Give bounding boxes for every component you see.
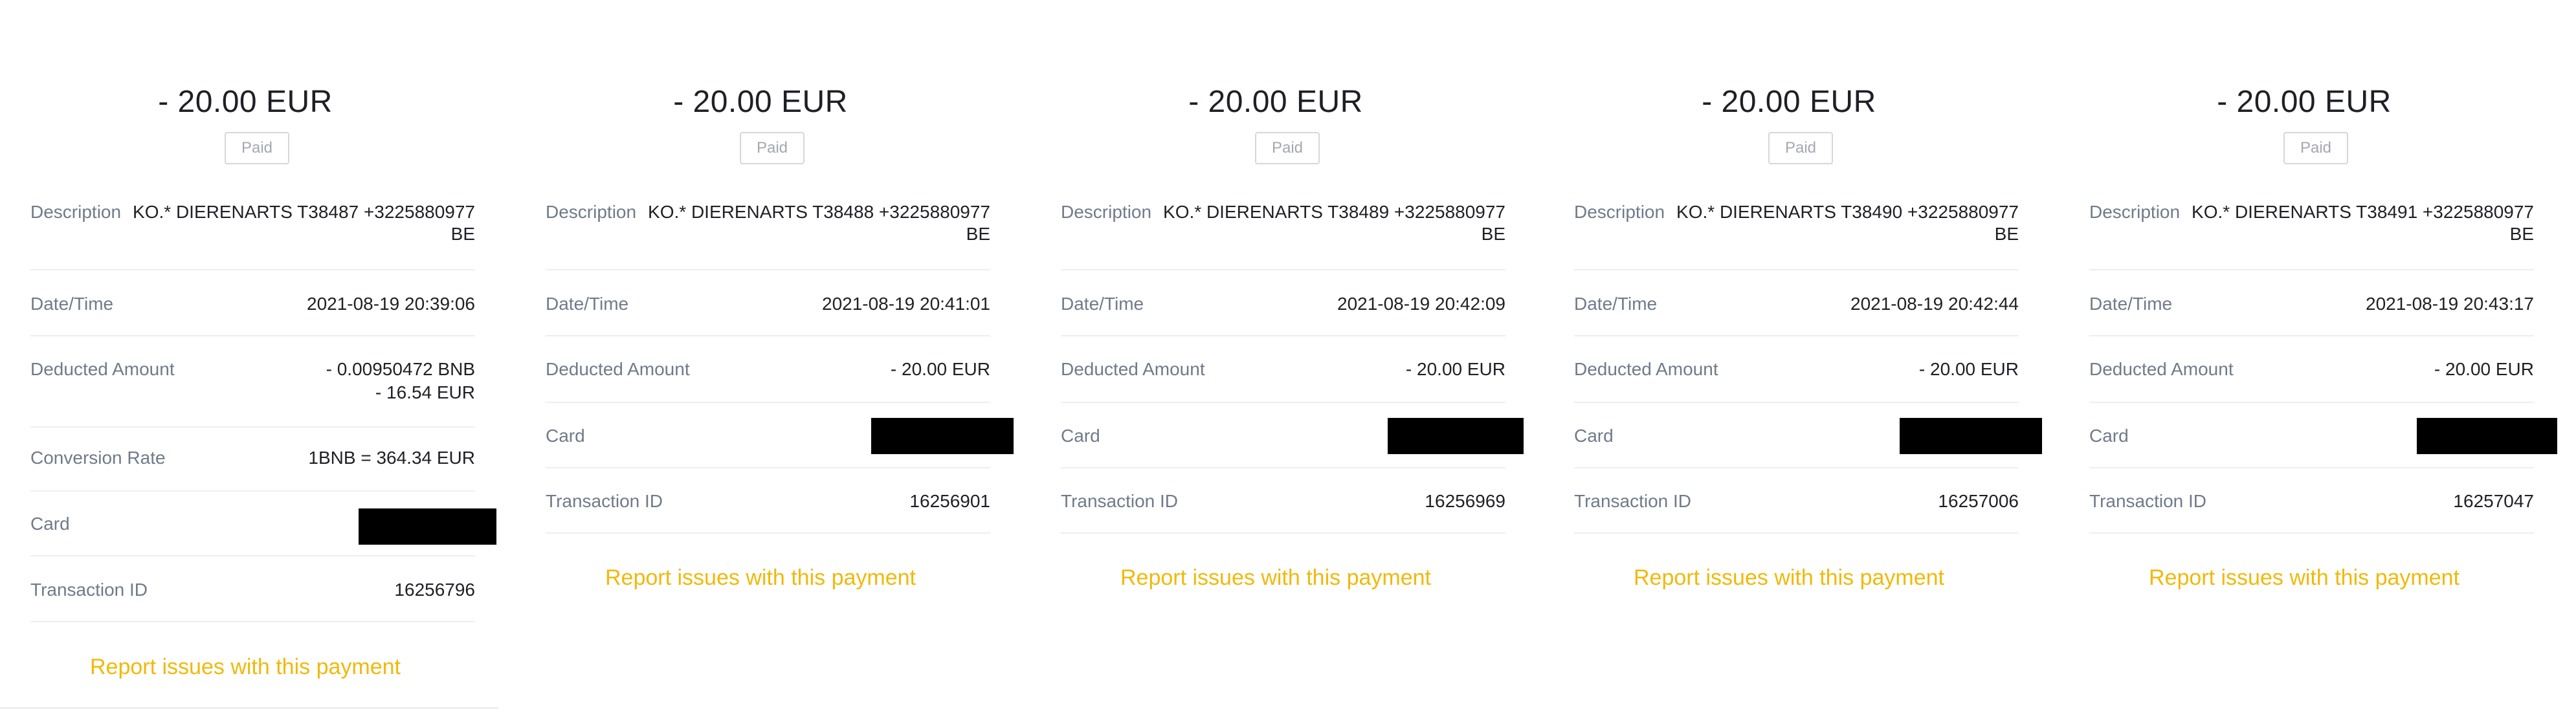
card-number-redacted [2417,418,2557,454]
description-row: Description KO.* DIERENARTS T38491 +3225… [2089,201,2534,270]
description-row: Description KO.* DIERENARTS T38490 +3225… [1574,201,2019,270]
description-label: Description [1574,202,1665,222]
card-label: Card [1061,426,1100,446]
datetime-value: 2021-08-19 20:39:06 [307,294,475,314]
description-value-line2: BE [450,224,475,244]
datetime-row: Date/Time 2021-08-19 20:43:17 [2089,292,2534,336]
card-number-redacted [871,418,1014,454]
datetime-value: 2021-08-19 20:42:09 [1337,294,1505,314]
description-label: Description [2089,202,2181,222]
description-row: Description KO.* DIERENARTS T38489 +3225… [1061,201,1505,270]
deducted-amount-label: Deducted Amount [2089,359,2234,379]
datetime-label: Date/Time [1574,294,1658,314]
payment-panel-1: - 20.00 EUR Paid Description KO.* DIEREN… [0,0,498,709]
card-number-redacted [1388,418,1524,454]
transaction-id-row: Transaction ID 16256969 [1061,490,1505,534]
transaction-id-row: Transaction ID 16256796 [30,578,475,622]
description-value: KO.* DIERENARTS T38491 +3225880977 [2192,202,2534,222]
deducted-amount-value-line2: - 16.54 EUR [375,382,475,402]
conversion-rate-label: Conversion Rate [30,448,166,468]
conversion-rate-row: Conversion Rate 1BNB = 364.34 EUR [30,446,475,492]
payment-amount: - 20.00 EUR [673,85,848,119]
payment-panel-2: - 20.00 EUR Paid Description KO.* DIEREN… [515,0,1014,709]
transaction-id-value: 16256796 [394,580,475,600]
status-badge: Paid [225,132,289,164]
payment-panel-5: - 20.00 EUR Paid Description KO.* DIEREN… [2059,0,2557,709]
deducted-amount-row: Deducted Amount - 20.00 EUR [2089,358,2534,403]
datetime-value: 2021-08-19 20:43:17 [2366,294,2534,314]
deducted-amount-label: Deducted Amount [1061,359,1205,379]
deducted-amount-label: Deducted Amount [546,359,690,379]
datetime-value: 2021-08-19 20:41:01 [822,294,990,314]
description-value: KO.* DIERENARTS T38489 +3225880977 [1163,202,1505,222]
datetime-value: 2021-08-19 20:42:44 [1850,294,2019,314]
report-issue-link[interactable]: Report issues with this payment [1030,564,1521,591]
datetime-label: Date/Time [30,294,114,314]
description-value: KO.* DIERENARTS T38490 +3225880977 [1676,202,2019,222]
description-value: KO.* DIERENARTS T38488 +3225880977 [648,202,990,222]
status-badge: Paid [1255,132,1320,164]
deducted-amount-value: - 0.00950472 BNB [326,359,475,379]
card-label: Card [1574,426,1614,446]
description-label: Description [1061,202,1152,222]
transaction-id-label: Transaction ID [1061,491,1179,511]
transaction-id-label: Transaction ID [30,580,148,600]
transaction-id-value: 16257006 [1938,491,2019,511]
datetime-label: Date/Time [1061,294,1144,314]
transaction-id-value: 16256969 [1425,491,1505,511]
deducted-amount-row: Deducted Amount - 0.00950472 BNB - 16.54… [30,358,475,428]
transaction-id-row: Transaction ID 16257006 [1574,490,2019,534]
report-issue-link[interactable]: Report issues with this payment [515,564,1006,591]
datetime-row: Date/Time 2021-08-19 20:42:09 [1061,292,1505,336]
deducted-amount-label: Deducted Amount [1574,359,1718,379]
report-issue-link[interactable]: Report issues with this payment [1544,564,2034,591]
payment-amount: - 20.00 EUR [1702,85,1876,119]
conversion-rate-value: 1BNB = 364.34 EUR [308,448,475,468]
description-label: Description [546,202,637,222]
description-row: Description KO.* DIERENARTS T38487 +3225… [30,201,475,270]
description-value-line2: BE [966,224,990,244]
card-label: Card [2089,426,2129,446]
deducted-amount-label: Deducted Amount [30,359,175,379]
datetime-label: Date/Time [546,294,629,314]
deducted-amount-value: - 20.00 EUR [1918,359,2019,379]
status-badge: Paid [2283,132,2348,164]
datetime-row: Date/Time 2021-08-19 20:41:01 [546,292,990,336]
card-number-redacted [1900,418,2042,454]
payment-panel-3: - 20.00 EUR Paid Description KO.* DIEREN… [1030,0,1524,709]
status-badge: Paid [1768,132,1833,164]
description-value-line2: BE [1994,224,2019,244]
description-label: Description [30,202,122,222]
payment-amount: - 20.00 EUR [2217,85,2392,119]
description-value-line2: BE [1481,224,1505,244]
payment-amount: - 20.00 EUR [158,85,333,119]
card-label: Card [30,514,70,534]
report-issue-link[interactable]: Report issues with this payment [2059,564,2549,591]
deducted-amount-row: Deducted Amount - 20.00 EUR [546,358,990,403]
datetime-row: Date/Time 2021-08-19 20:42:44 [1574,292,2019,336]
deducted-amount-value: - 20.00 EUR [890,359,990,379]
description-row: Description KO.* DIERENARTS T38488 +3225… [546,201,990,270]
deducted-amount-row: Deducted Amount - 20.00 EUR [1061,358,1505,403]
datetime-label: Date/Time [2089,294,2173,314]
card-number-redacted [359,508,496,545]
transaction-id-row: Transaction ID 16256901 [546,490,990,534]
description-value-line2: BE [2509,224,2534,244]
report-issue-link[interactable]: Report issues with this payment [0,653,491,681]
deducted-amount-value: - 20.00 EUR [2434,359,2534,379]
transaction-id-label: Transaction ID [546,491,663,511]
payment-amount: - 20.00 EUR [1188,85,1363,119]
transaction-id-row: Transaction ID 16257047 [2089,490,2534,534]
datetime-row: Date/Time 2021-08-19 20:39:06 [30,292,475,336]
card-label: Card [546,426,585,446]
transaction-id-value: 16257047 [2453,491,2534,511]
transaction-id-value: 16256901 [909,491,990,511]
payment-panel-4: - 20.00 EUR Paid Description KO.* DIEREN… [1544,0,2042,709]
status-badge: Paid [740,132,805,164]
deducted-amount-row: Deducted Amount - 20.00 EUR [1574,358,2019,403]
transaction-id-label: Transaction ID [1574,491,1692,511]
transaction-id-label: Transaction ID [2089,491,2207,511]
deducted-amount-value: - 20.00 EUR [1405,359,1505,379]
description-value: KO.* DIERENARTS T38487 +3225880977 [133,202,475,222]
